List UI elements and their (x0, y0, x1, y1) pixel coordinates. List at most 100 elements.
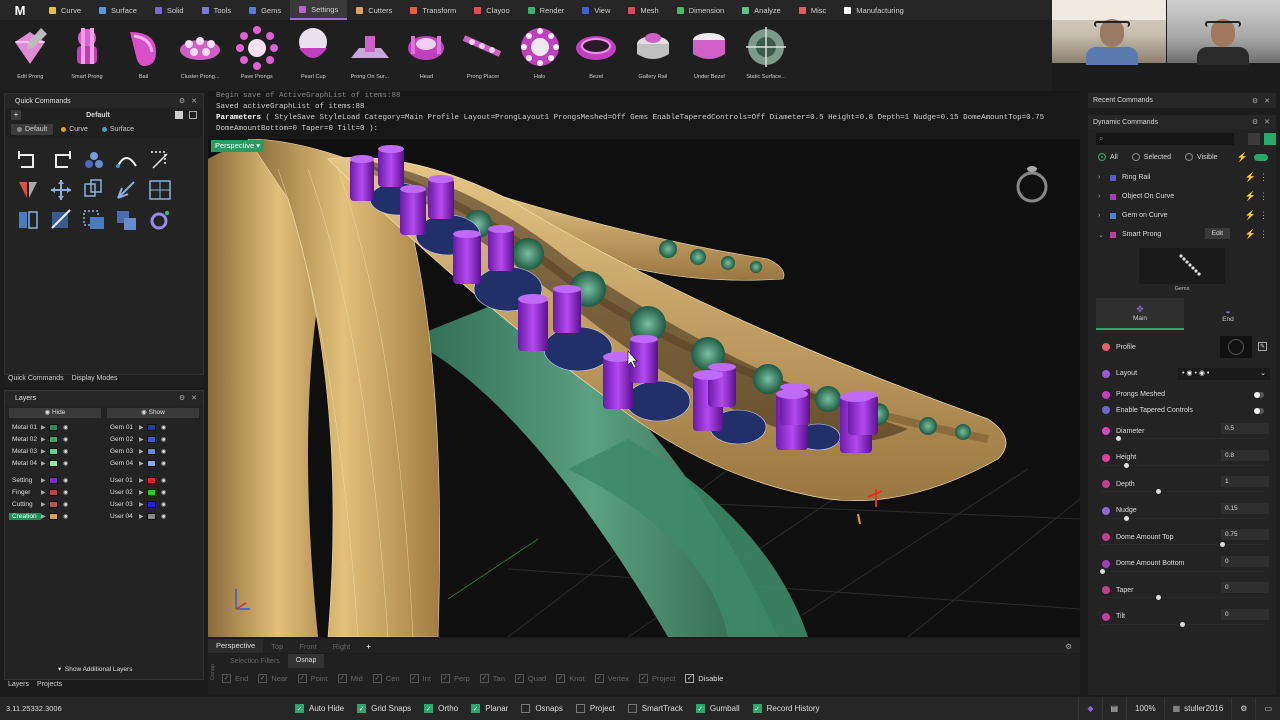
param-value-input[interactable]: 1 (1221, 476, 1269, 487)
layer-name[interactable]: User 01 (107, 477, 139, 484)
menu-tab-clayoo[interactable]: Clayoo (465, 0, 518, 20)
osnap-point[interactable]: ✓ Point (297, 673, 328, 683)
gear-icon[interactable]: ⚙ (1057, 642, 1080, 651)
eye-icon[interactable]: ◉ (63, 460, 71, 467)
layer-row[interactable]: Metal 01 ▶ ◉ (9, 421, 101, 433)
play-icon[interactable]: ▶ (139, 489, 147, 496)
status-ortho[interactable]: ✓ Ortho (424, 704, 458, 713)
play-icon[interactable]: ▶ (41, 513, 49, 520)
ribbon-tool-static-surface[interactable]: Static Surface... (738, 20, 795, 90)
eye-icon[interactable]: ◉ (161, 460, 169, 467)
tab-display-modes[interactable]: Display Modes (72, 375, 118, 387)
plugin-icon[interactable]: ◆ (1078, 697, 1101, 720)
osnap-disable[interactable]: ✓ Disable (685, 673, 723, 683)
ribbon-tool-edit-prong[interactable]: Edit Prong (2, 20, 59, 90)
param-value-input[interactable]: 0.75 (1221, 529, 1269, 540)
param-slider-knob[interactable] (1156, 489, 1161, 494)
status-osnaps[interactable]: Osnaps (521, 704, 563, 713)
tab-quick-commands[interactable]: Quick Commands (8, 375, 64, 387)
layer-color-swatch[interactable] (147, 447, 156, 455)
param-slider-knob[interactable] (1156, 595, 1161, 600)
group-icon[interactable] (77, 145, 110, 175)
tab-selection-filters[interactable]: Selection Filters (222, 658, 288, 665)
param-value-input[interactable]: 0 (1221, 555, 1269, 567)
copy-icon[interactable] (77, 175, 110, 205)
menu-tab-render[interactable]: Render (519, 0, 574, 20)
play-icon[interactable]: ▶ (41, 436, 49, 443)
osnap-cen[interactable]: ✓ Cen (372, 673, 400, 683)
profile-preview[interactable] (1220, 336, 1252, 358)
status-smarttrack[interactable]: SmartTrack (627, 704, 683, 713)
gear-icon[interactable]: ⚙ (1252, 118, 1258, 126)
param-slider-knob[interactable] (1220, 542, 1225, 547)
move-icon[interactable] (44, 175, 77, 205)
layer-color-swatch[interactable] (147, 512, 156, 520)
bolt-icon[interactable]: ⚡ (1237, 152, 1248, 163)
ribbon-tool-halo[interactable]: Halo (511, 20, 568, 90)
gear-icon[interactable]: ⚙ (179, 97, 185, 105)
ribbon-tool-pave-prongs[interactable]: Pave Prongs (228, 20, 285, 90)
play-icon[interactable]: ▶ (139, 460, 147, 467)
zoom-level[interactable]: 100% (1126, 697, 1163, 720)
layer-name[interactable]: Cutting (9, 501, 41, 508)
eye-icon[interactable]: ◉ (161, 448, 169, 455)
status-record-history[interactable]: ✓ Record History (752, 704, 820, 713)
param-value-input[interactable]: 0.8 (1221, 449, 1269, 461)
chevron-right-icon[interactable]: › (1098, 212, 1104, 219)
eye-icon[interactable]: ◉ (63, 448, 71, 455)
curve-select-icon[interactable] (143, 145, 176, 175)
param-slider-knob[interactable] (1124, 515, 1129, 521)
layer-row[interactable]: Gem 04 ▶ ◉ (107, 457, 199, 469)
osnap-perp[interactable]: ✓ Perp (440, 673, 470, 683)
layer-color-swatch[interactable] (147, 459, 156, 467)
param-value-input[interactable]: 0.5 (1221, 423, 1269, 434)
edit-button[interactable]: Edit (1204, 228, 1230, 239)
layer-row[interactable]: Metal 02 ▶ ◉ (9, 433, 101, 445)
param-slider-track[interactable] (1100, 597, 1264, 598)
menu-tab-analyze[interactable]: Analyze (733, 0, 790, 20)
layer-row[interactable]: Metal 04 ▶ ◉ (9, 457, 101, 469)
ribbon-tool-smart-prong[interactable]: Smart Prong (59, 20, 116, 90)
more-icon[interactable]: ⋮ (1259, 229, 1268, 240)
layer-color-swatch[interactable] (147, 435, 156, 443)
osnap-mid[interactable]: ✓ Mid (337, 673, 363, 683)
param-slider-track[interactable] (1100, 438, 1264, 439)
more-icon[interactable]: ⋮ (1259, 210, 1268, 221)
layer-name[interactable]: Metal 02 (9, 436, 41, 443)
join-icon[interactable] (110, 205, 143, 235)
chevron-right-icon[interactable]: › (1098, 193, 1104, 200)
play-icon[interactable]: ▶ (41, 460, 49, 467)
eye-icon[interactable]: ◉ (63, 424, 71, 431)
recent-commands-title[interactable]: Recent Commands (1093, 97, 1153, 104)
ring-icon[interactable] (143, 205, 176, 235)
play-icon[interactable]: ▶ (41, 424, 49, 431)
layer-name[interactable]: Finger (9, 489, 41, 496)
dynamic-command-object-on-curve[interactable]: › Object On Curve ⚡ ⋮ (1088, 187, 1276, 206)
layer-row[interactable]: Metal 03 ▶ ◉ (9, 445, 101, 457)
dynamic-command-ring-rail[interactable]: › Ring Rail ⚡ ⋮ (1088, 168, 1276, 187)
show-additional-layers[interactable]: ▾ Show Additional Layers (58, 665, 132, 673)
play-icon[interactable]: ▶ (41, 448, 49, 455)
close-icon[interactable]: ✕ (1264, 118, 1270, 126)
eye-icon[interactable]: ◉ (63, 477, 71, 484)
add-preset-icon[interactable]: + (11, 110, 21, 120)
close-icon[interactable]: ✕ (1264, 97, 1270, 105)
menu-tab-tools[interactable]: Tools (193, 0, 241, 20)
eye-icon[interactable]: ◉ (161, 489, 169, 496)
osnap-knot[interactable]: ✓ Knot (556, 673, 585, 683)
layer-name[interactable]: Metal 03 (9, 448, 41, 455)
dynamic-command-gem-on-curve[interactable]: › Gem on Curve ⚡ ⋮ (1088, 206, 1276, 225)
play-icon[interactable]: ▶ (41, 501, 49, 508)
param-value-input[interactable]: 0.15 (1221, 502, 1269, 514)
filter-selected[interactable]: Selected (1131, 153, 1171, 161)
view-toggle-icon[interactable] (1248, 133, 1261, 145)
preset-name[interactable]: Default (21, 112, 175, 119)
layout-select[interactable]: • ◉ • ◉ • ⌄ (1178, 367, 1270, 380)
ribbon-tool-head[interactable]: Head (398, 20, 455, 90)
close-icon[interactable]: ✕ (191, 394, 197, 402)
layer-color-swatch[interactable] (147, 500, 156, 508)
filter-all[interactable]: All (1098, 153, 1118, 161)
param-slider-knob[interactable] (1124, 462, 1129, 468)
gear-icon[interactable]: ⚙ (1252, 97, 1258, 105)
osnap-end[interactable]: ✓ End (222, 673, 248, 683)
